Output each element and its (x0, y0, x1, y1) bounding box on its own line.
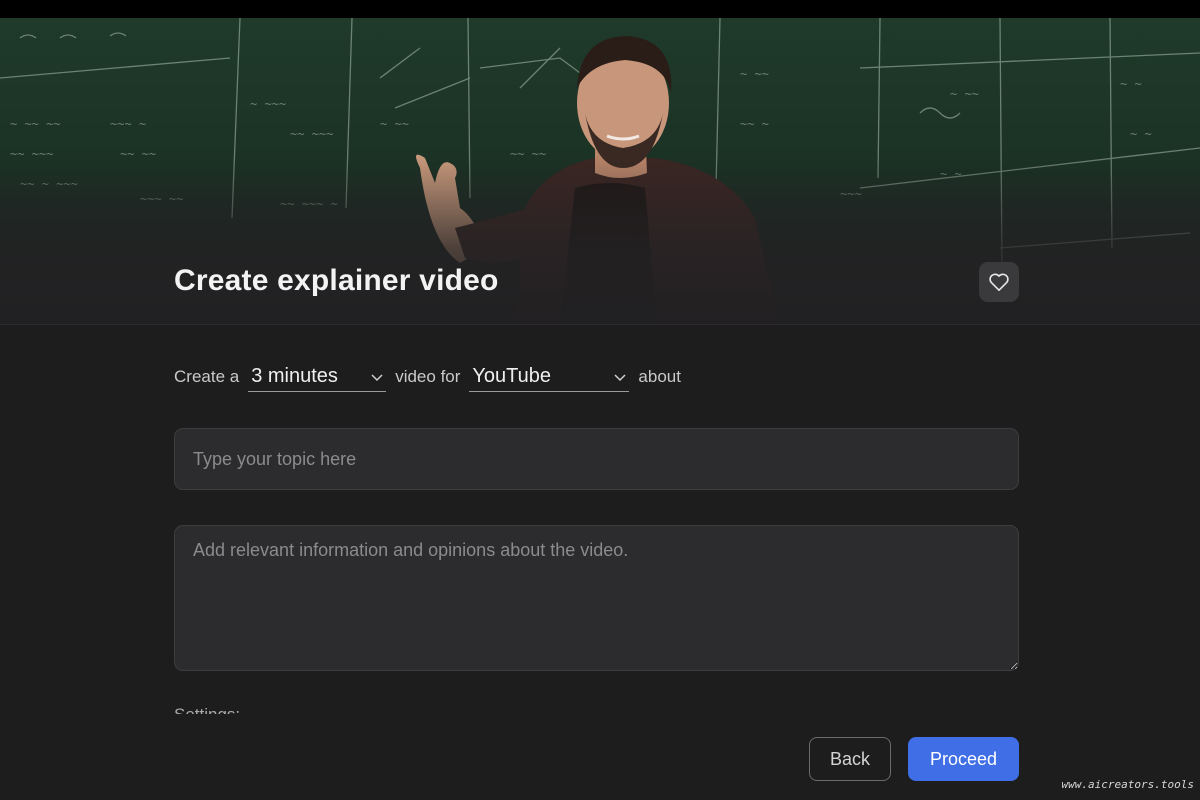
footer-bar (0, 714, 1200, 800)
back-button[interactable]: Back (809, 737, 891, 781)
platform-select[interactable]: YouTube (469, 362, 630, 392)
duration-value: 3 minutes (251, 365, 338, 387)
topic-input[interactable] (174, 428, 1019, 490)
top-black-bar (0, 0, 1200, 18)
information-textarea[interactable] (174, 525, 1019, 671)
video-config-sentence: Create a 3 minutes video for YouTube abo… (174, 362, 681, 392)
proceed-button[interactable]: Proceed (908, 737, 1019, 781)
duration-select[interactable]: 3 minutes (248, 362, 387, 392)
heart-icon (989, 273, 1009, 291)
svg-text:~ ~: ~ ~ (1130, 127, 1152, 141)
svg-text:~ ~~ ~~: ~ ~~ ~~ (10, 117, 61, 131)
svg-text:~ ~~: ~ ~~ (950, 87, 979, 101)
favorite-button[interactable] (979, 262, 1019, 302)
config-middle-text: video for (395, 367, 461, 386)
svg-text:~ ~: ~ ~ (1120, 77, 1142, 91)
watermark-text: www.aicreators.tools (1061, 778, 1194, 791)
header-divider (0, 324, 1200, 325)
svg-text:~~~ ~: ~~~ ~ (110, 117, 146, 131)
svg-text:~ ~~~: ~ ~~~ (250, 97, 286, 111)
config-prefix-text: Create a (174, 367, 240, 386)
page-title: Create explainer video (174, 264, 499, 297)
chevron-down-icon (614, 374, 626, 382)
platform-value: YouTube (472, 365, 551, 387)
svg-text:~~ ~~~: ~~ ~~~ (290, 127, 333, 141)
settings-label: Settings: (174, 704, 240, 714)
hero-fade-overlay (0, 155, 1200, 325)
chevron-down-icon (371, 374, 383, 382)
config-suffix-text: about (638, 367, 681, 386)
